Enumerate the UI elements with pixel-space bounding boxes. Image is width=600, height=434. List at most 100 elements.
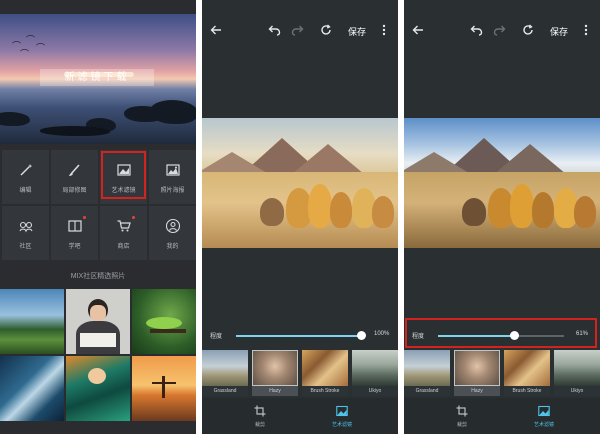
crop-icon xyxy=(455,404,469,418)
canvas-tree xyxy=(330,192,352,228)
back-arrow-icon[interactable] xyxy=(208,22,224,38)
tool-label: 照片海报 xyxy=(160,187,185,194)
screenshot-stage: ⌒ ⌒ ⌒ ⌒ 新滤镜下载 编辑 局部修图 艺术滤镜 照片海报 社区 学吧 商店… xyxy=(0,0,600,434)
reset-icon[interactable] xyxy=(318,22,334,38)
community-photo-frog[interactable] xyxy=(132,289,196,354)
canvas-tree xyxy=(372,196,394,228)
back-arrow-icon[interactable] xyxy=(410,22,426,38)
redo-icon[interactable] xyxy=(492,22,508,38)
community-photo-colorful[interactable] xyxy=(66,356,130,421)
bottom-tool-bar: 裁剪 艺术滤镜 xyxy=(202,398,398,434)
filter-grassland[interactable]: Grassland xyxy=(202,350,248,396)
crop-icon xyxy=(253,404,267,418)
filter-thumbnail xyxy=(202,350,248,386)
community-photo-grid xyxy=(0,289,196,434)
filter-hazy[interactable]: Hazy xyxy=(454,350,500,396)
profile-icon xyxy=(164,217,182,235)
filter-name: Ukiyo xyxy=(554,386,600,396)
bird-icon: ⌒ xyxy=(26,35,36,45)
canvas-tree xyxy=(574,196,596,228)
filter-thumbnail xyxy=(554,350,600,386)
intensity-slider-row: 程度 100% xyxy=(202,328,398,344)
rock xyxy=(0,112,30,126)
tool-learn[interactable]: 学吧 xyxy=(51,206,98,260)
home-screen: ⌒ ⌒ ⌒ ⌒ 新滤镜下载 编辑 局部修图 艺术滤镜 照片海报 社区 学吧 商店… xyxy=(0,0,196,434)
art-filter-tab[interactable]: 艺术滤镜 xyxy=(322,404,362,428)
undo-icon[interactable] xyxy=(468,22,484,38)
canvas-mountain xyxy=(292,144,364,174)
filter-ukiyo[interactable]: Ukiyo xyxy=(352,350,398,396)
intensity-value: 100% xyxy=(374,331,390,337)
more-options-icon[interactable] xyxy=(578,22,594,38)
save-button[interactable]: 保存 xyxy=(348,25,366,38)
tool-store[interactable]: 商店 xyxy=(100,206,147,260)
filter-thumbnail xyxy=(454,350,500,386)
filter-name: Grassland xyxy=(404,386,450,396)
community-photo-sunset-yoga[interactable] xyxy=(132,356,196,421)
editor-screen-after: 保存 程度 61% Grassland Hazy Brush Stroke Uk… xyxy=(404,0,600,434)
tool-profile[interactable]: 我的 xyxy=(149,206,196,260)
save-button[interactable]: 保存 xyxy=(550,25,568,38)
tool-label: 学吧 xyxy=(68,243,81,250)
photo-figure xyxy=(162,376,165,398)
tool-edit[interactable]: 编辑 xyxy=(2,150,49,204)
intensity-slider-fill[interactable] xyxy=(236,335,362,337)
art-filter-tab-label: 艺术滤镜 xyxy=(331,422,352,428)
photo-canvas[interactable] xyxy=(404,118,600,248)
crop-tab[interactable]: 裁剪 xyxy=(240,404,280,428)
tool-label: 商店 xyxy=(117,243,130,250)
tool-community[interactable]: 社区 xyxy=(2,206,49,260)
filter-grassland[interactable]: Grassland xyxy=(404,350,450,396)
notification-dot xyxy=(83,216,86,219)
tool-local-retouch[interactable]: 局部修图 xyxy=(51,150,98,204)
more-options-icon[interactable] xyxy=(376,22,392,38)
rock xyxy=(40,126,110,136)
filter-ukiyo[interactable]: Ukiyo xyxy=(554,350,600,396)
community-photo-girl-reading[interactable] xyxy=(66,289,130,354)
rock xyxy=(150,100,196,124)
filter-hazy[interactable]: Hazy xyxy=(252,350,298,396)
crop-tab-label: 裁剪 xyxy=(254,422,265,428)
photo-figure xyxy=(146,317,182,329)
filter-thumbnail xyxy=(302,350,348,386)
tool-grid: 编辑 局部修图 艺术滤镜 照片海报 社区 学吧 商店 我的 xyxy=(0,148,196,262)
filter-name: Hazy xyxy=(454,386,500,396)
photo-figure xyxy=(88,368,106,384)
photo-figure xyxy=(80,333,116,347)
community-icon xyxy=(17,217,35,235)
redo-icon[interactable] xyxy=(290,22,306,38)
canvas-tree xyxy=(510,184,534,228)
crop-tab[interactable]: 裁剪 xyxy=(442,404,482,428)
banner-title: 新滤镜下载 xyxy=(40,69,154,86)
filter-name: Brush Stroke xyxy=(504,386,550,396)
filter-brush-stroke[interactable]: Brush Stroke xyxy=(504,350,550,396)
art-filter-highlight-box xyxy=(101,151,146,199)
reset-icon[interactable] xyxy=(520,22,536,38)
book-icon xyxy=(66,217,84,235)
filter-brush-stroke[interactable]: Brush Stroke xyxy=(302,350,348,396)
intensity-highlight-box xyxy=(405,318,597,348)
art-filter-tab-label: 艺术滤镜 xyxy=(533,422,554,428)
art-filter-tab[interactable]: 艺术滤镜 xyxy=(524,404,564,428)
community-photo-lake[interactable] xyxy=(0,289,64,354)
tool-label: 局部修图 xyxy=(62,187,87,194)
filter-name: Grassland xyxy=(202,386,248,396)
art-filter-icon xyxy=(537,404,551,418)
filter-thumbnail xyxy=(352,350,398,386)
community-photo-ice[interactable] xyxy=(0,356,64,421)
community-section-title: MIX社区精选照片 xyxy=(70,273,126,280)
cart-icon xyxy=(115,217,133,235)
bottom-tool-bar: 裁剪 艺术滤镜 xyxy=(404,398,600,434)
canvas-tree xyxy=(462,198,486,226)
bird-icon: ⌒ xyxy=(36,43,46,53)
filter-name: Ukiyo xyxy=(352,386,398,396)
undo-icon[interactable] xyxy=(266,22,282,38)
canvas-mountain xyxy=(494,144,566,174)
filter-name: Hazy xyxy=(252,386,298,396)
photo-canvas[interactable] xyxy=(202,118,398,248)
photo-figure xyxy=(90,305,106,321)
intensity-slider-thumb[interactable] xyxy=(357,331,366,340)
tool-photo-poster[interactable]: 照片海报 xyxy=(149,150,196,204)
new-filter-banner[interactable]: ⌒ ⌒ ⌒ ⌒ 新滤镜下载 xyxy=(0,14,196,144)
bird-icon: ⌒ xyxy=(20,49,30,59)
